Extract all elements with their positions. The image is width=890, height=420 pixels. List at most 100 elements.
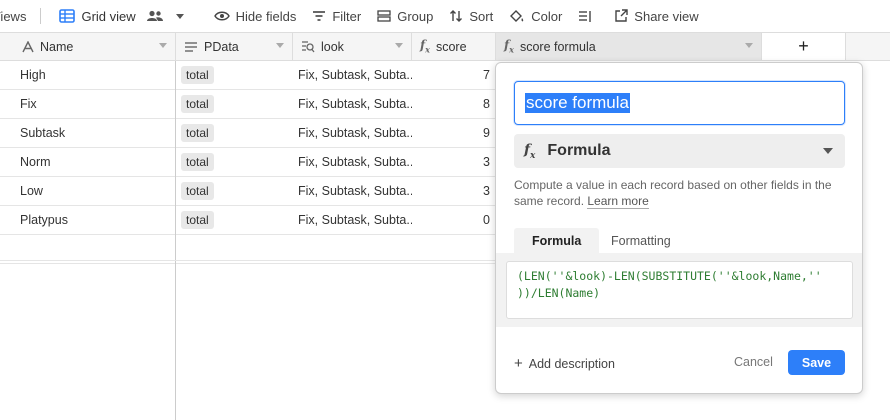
linked-record-pill: total [181,153,214,171]
score-cell[interactable]: 3 [412,148,496,177]
field-name-selected-text: score formula [525,93,630,113]
filter-icon [313,11,326,21]
chevron-down-icon[interactable] [175,13,184,19]
formula-icon: fx [504,38,514,55]
views-button[interactable]: Views [0,4,34,28]
add-description-label: Add description [528,356,615,371]
formula-editor[interactable]: (LEN(''&look)-LEN(SUBSTITUTE(''&look,Nam… [506,261,853,319]
plus-icon: + [798,36,809,56]
name-cell[interactable]: Subtask [0,119,176,148]
sort-label: Sort [469,8,494,24]
look-cell[interactable]: Fix, Subtask, Subta... [293,148,412,177]
grid-view-icon [59,9,76,23]
score-cell[interactable]: 3 [412,177,496,206]
field-editor-dialog: score formula fx Formula Compute a value… [495,62,863,394]
column-header-name[interactable]: Name [0,33,176,60]
filter-button[interactable]: Filter [304,4,369,28]
field-name-input[interactable]: score formula [514,81,845,125]
color-button[interactable]: Color [501,4,570,28]
linked-record-pill: total [181,95,214,113]
column-header-look[interactable]: look [293,33,412,60]
paint-bucket-icon [510,9,524,22]
group-button[interactable]: Group [369,4,441,28]
save-button[interactable]: Save [788,350,845,375]
share-view-button[interactable]: Share view [606,4,706,28]
sort-icon [450,10,463,22]
row-height-button[interactable] [570,4,606,28]
linked-record-pill: total [181,211,214,229]
look-cell[interactable]: Fix, Subtask, Subta... [293,119,412,148]
collaborators-icon [146,10,163,21]
group-icon [377,10,391,22]
formula-panel: (LEN(''&look)-LEN(SUBSTITUTE(''&look,Nam… [496,253,862,327]
add-description-button[interactable]: + Add description [514,355,615,372]
look-cell[interactable]: Fix, Subtask, Subta... [293,177,412,206]
view-toolbar: Views Grid view Hide fields Filter Group… [0,0,890,32]
description-text: Compute a value in each record based on … [514,178,832,208]
name-cell[interactable]: Low [0,177,176,206]
column-header-score-formula[interactable]: fx score formula [496,33,762,60]
text-a-icon [22,40,34,52]
tab-formula[interactable]: Formula [514,228,600,254]
chevron-down-icon[interactable] [159,43,167,48]
pdata-cell[interactable]: total [176,177,293,206]
name-cell[interactable]: Norm [0,148,176,177]
field-type-description: Compute a value in each record based on … [514,177,844,209]
frozen-column-divider[interactable] [175,61,176,420]
chevron-down-icon [823,148,833,154]
pdata-cell[interactable]: total [176,206,293,235]
plus-icon: + [514,355,523,372]
pdata-cell[interactable]: total [176,119,293,148]
look-cell[interactable]: Fix, Subtask, Subta... [293,90,412,119]
grid-bottom-border [0,260,495,261]
chevron-down-icon[interactable] [395,43,403,48]
name-cell[interactable]: High [0,61,176,90]
hide-fields-button[interactable]: Hide fields [206,4,305,28]
score-cell[interactable]: 0 [412,206,496,235]
grid-view-label: Grid view [81,8,136,24]
pdata-cell[interactable]: total [176,61,293,90]
linked-record-pill: total [181,182,214,200]
pdata-cell[interactable]: total [176,148,293,177]
score-cell[interactable]: 8 [412,90,496,119]
grid-view-button[interactable]: Grid view [51,4,191,28]
field-type-select[interactable]: fx Formula [514,134,845,168]
linked-record-pill: total [181,124,214,142]
column-label: Name [40,39,74,54]
formula-line-2: ))/LEN(Name) [517,286,601,300]
score-cell[interactable]: 9 [412,119,496,148]
editor-tabs: Formula Formatting [514,228,854,254]
grid-header: Name PData look fx score fx score formul… [0,32,890,61]
formula-icon: fx [420,38,430,55]
row-height-icon [579,10,591,22]
hide-fields-label: Hide fields [235,8,297,24]
column-label: score formula [519,39,596,54]
filter-label: Filter [332,8,362,24]
cancel-button[interactable]: Cancel [734,355,773,369]
chevron-down-icon[interactable] [276,43,284,48]
name-cell[interactable]: Platypus [0,206,176,235]
formula-line-1: (LEN(''&look)-LEN(SUBSTITUTE(''&look,Nam… [517,269,822,283]
lookup-icon [302,41,315,53]
chevron-down-icon[interactable] [745,43,753,48]
field-type-label: Formula [547,142,611,159]
pdata-cell[interactable]: total [176,90,293,119]
views-label: Views [0,8,27,24]
sort-button[interactable]: Sort [441,4,501,28]
toolbar-divider [40,8,42,24]
column-header-score[interactable]: fx score [412,33,496,60]
group-label: Group [397,8,434,24]
formula-icon: fx [524,141,536,161]
look-cell[interactable]: Fix, Subtask, Subta... [293,206,412,235]
eye-icon [213,11,230,21]
name-cell[interactable]: Fix [0,90,176,119]
share-icon [615,9,628,22]
look-cell[interactable]: Fix, Subtask, Subta... [293,61,412,90]
tab-formatting[interactable]: Formatting [611,228,671,254]
column-header-pdata[interactable]: PData [176,33,293,60]
learn-more-link[interactable]: Learn more [587,194,649,209]
add-column-button[interactable]: + [762,33,846,60]
score-cell[interactable]: 7 [412,61,496,90]
column-label: score [435,39,467,54]
linked-record-pill: total [181,66,214,84]
